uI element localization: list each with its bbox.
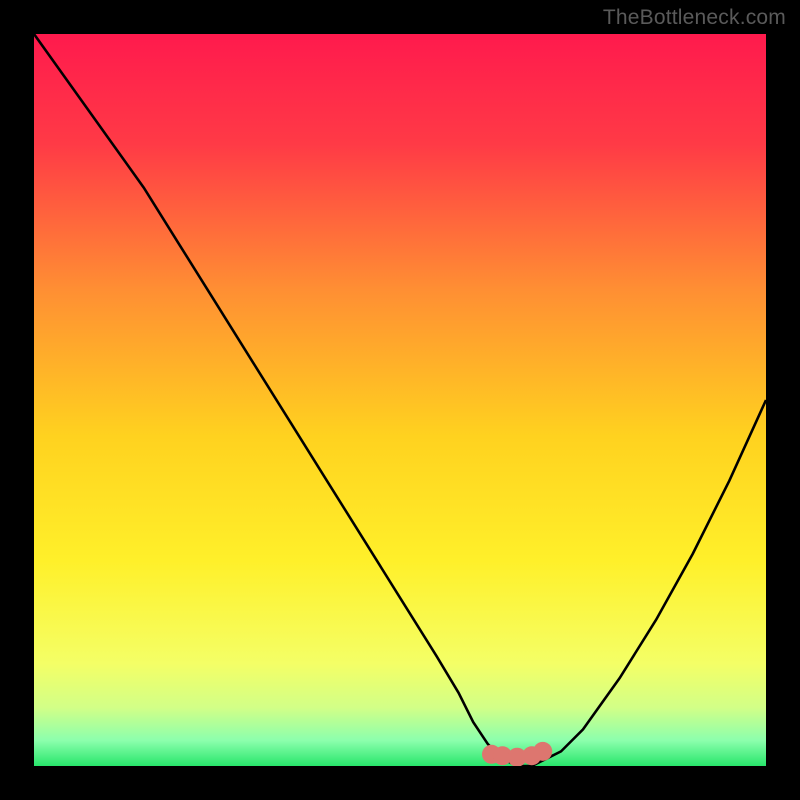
chart-frame: TheBottleneck.com <box>0 0 800 800</box>
plot-area <box>34 34 766 766</box>
watermark-text: TheBottleneck.com <box>603 6 786 30</box>
bottleneck-curve <box>34 34 766 766</box>
optimum-marker <box>533 742 552 761</box>
